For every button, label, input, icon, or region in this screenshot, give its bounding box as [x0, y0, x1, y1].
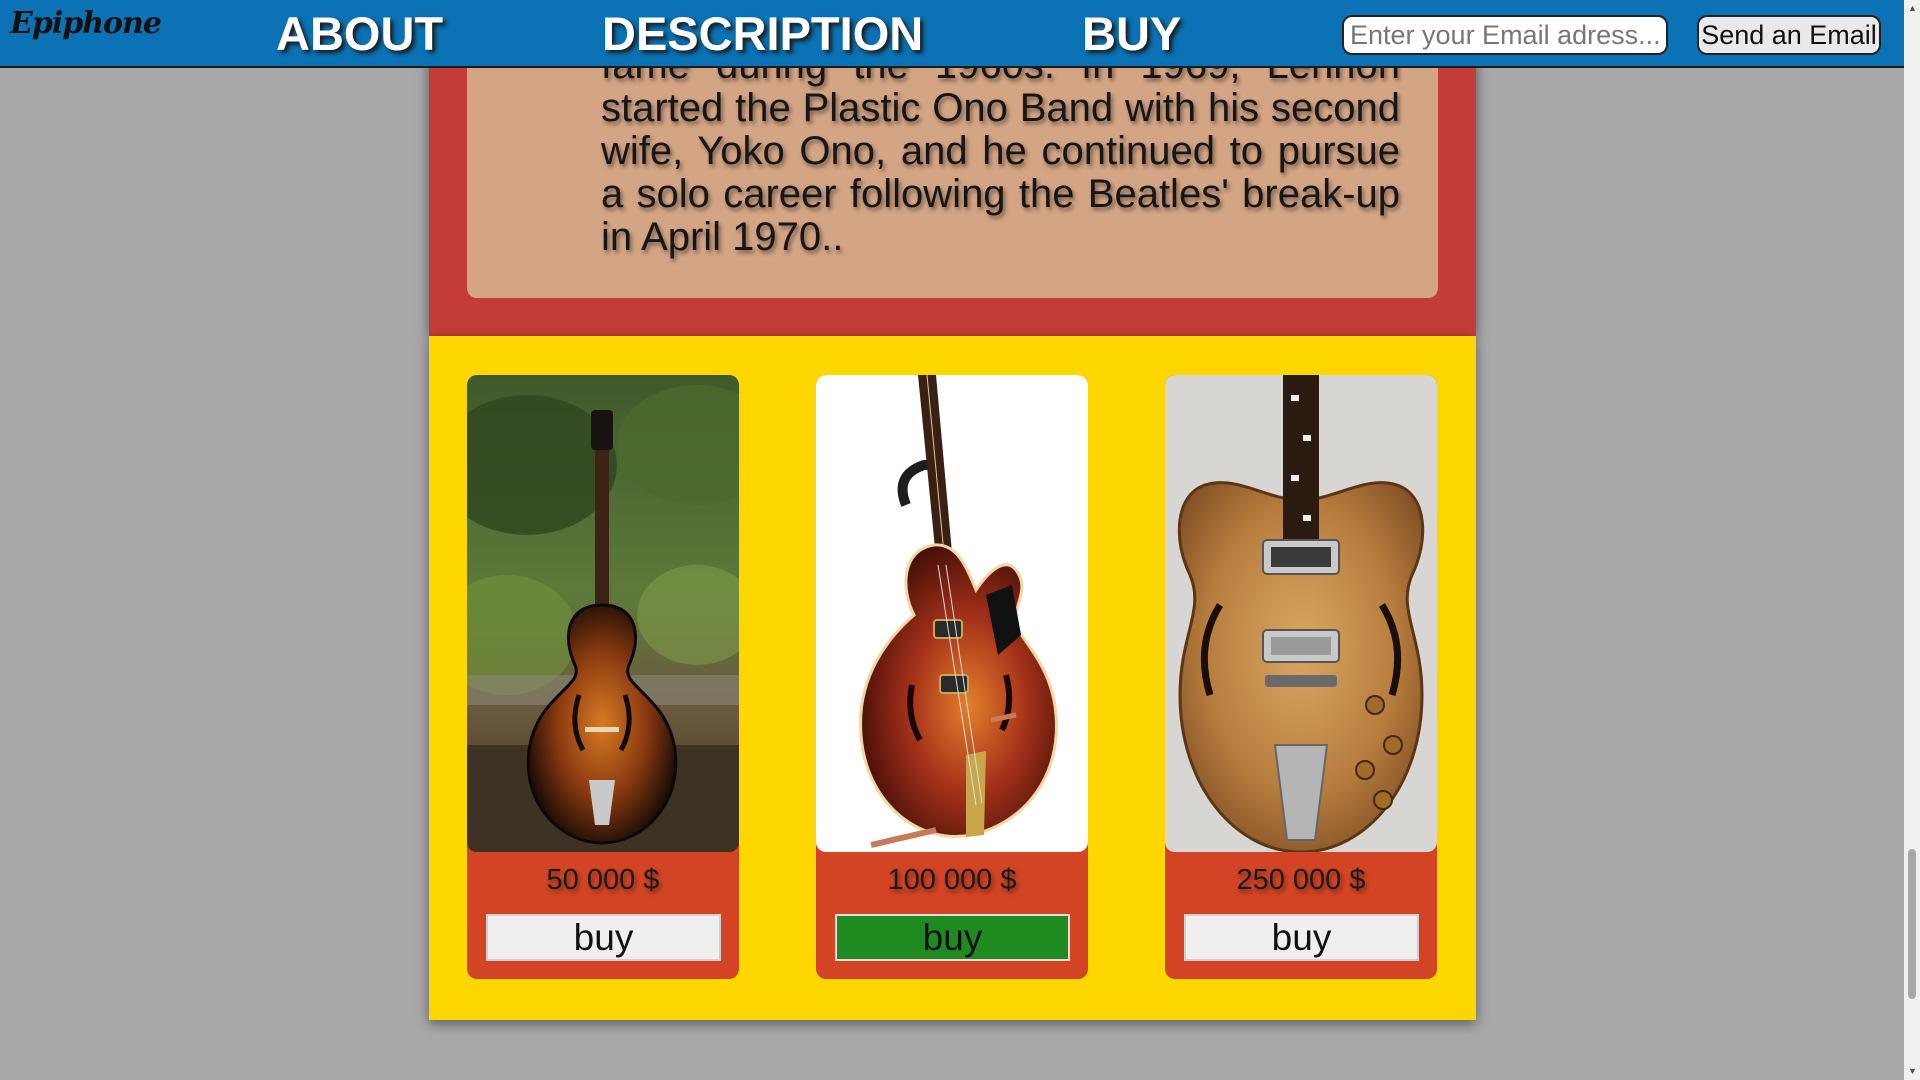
product-card: 250 000 $ buy — [1165, 375, 1437, 979]
top-navbar: Epiphone ABOUT DESCRIPTION BUY Send an E… — [0, 0, 1904, 68]
product-image-cherry-cutaway — [816, 375, 1088, 852]
send-email-button[interactable]: Send an Email — [1697, 15, 1881, 55]
nav-link-about[interactable]: ABOUT — [276, 6, 443, 61]
email-input[interactable] — [1342, 15, 1668, 55]
buy-button[interactable]: buy — [835, 914, 1070, 961]
scroll-thumb[interactable] — [1908, 849, 1916, 999]
product-price: 250 000 $ — [1236, 864, 1366, 896]
product-image-sunburst-archtop — [467, 375, 739, 852]
scroll-down-arrow-icon[interactable]: ▼ — [1908, 1066, 1917, 1076]
about-paragraph: fame during the 1960s. In 1969, Lennon s… — [601, 44, 1400, 259]
scroll-up-arrow-icon[interactable]: ▲ — [1908, 3, 1917, 13]
product-card: 50 000 $ buy — [467, 375, 739, 979]
product-card: 100 000 $ buy — [816, 375, 1088, 979]
nav-link-buy[interactable]: BUY — [1082, 6, 1181, 61]
buy-button[interactable]: buy — [486, 914, 721, 961]
page-scrollbar[interactable]: ▲ ▼ — [1904, 0, 1920, 1080]
product-image-natural-semi-hollow — [1165, 375, 1437, 852]
product-price: 50 000 $ — [546, 864, 660, 896]
nav-link-description[interactable]: DESCRIPTION — [602, 6, 923, 61]
buy-button[interactable]: buy — [1184, 914, 1419, 961]
products-section: 50 000 $ buy 100 000 $ buy 250 000 $ buy — [429, 336, 1476, 1020]
epiphone-logo[interactable]: Epiphone — [10, 6, 162, 41]
product-price: 100 000 $ — [887, 864, 1017, 896]
